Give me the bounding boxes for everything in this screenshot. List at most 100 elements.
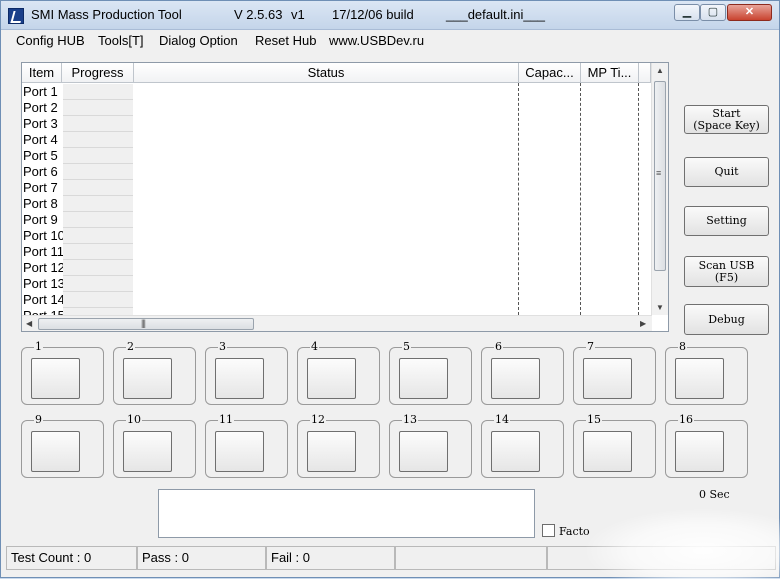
factory-checkbox[interactable]: Facto (542, 524, 590, 538)
port-button-5[interactable] (399, 358, 448, 399)
progress-cell (63, 244, 133, 260)
close-button[interactable]: ✕ (727, 4, 772, 21)
vertical-scroll-thumb[interactable]: ≡ (654, 81, 666, 271)
port-cell: Port 3 (23, 116, 58, 131)
grip-icon: ||| (141, 318, 146, 328)
debug-button[interactable]: Debug (684, 304, 769, 335)
maximize-button[interactable]: ▢ (700, 4, 726, 21)
table-row[interactable]: Port 3 (22, 116, 652, 132)
port-button-6[interactable] (491, 358, 540, 399)
column-header-mp-time[interactable]: MP Ti... (581, 63, 639, 83)
port-cell: Port 2 (23, 100, 58, 115)
table-row[interactable]: Port 4 (22, 132, 652, 148)
port-panel-15: 15 (573, 413, 656, 478)
table-row[interactable]: Port 1 (22, 84, 652, 100)
status-fail: Fail : 0 (266, 546, 395, 570)
port-button-8[interactable] (675, 358, 724, 399)
minimize-button[interactable]: ▁ (674, 4, 700, 21)
main-window: SMI Mass Production Tool V 2.5.63 v1 17/… (0, 0, 780, 579)
port-panel-1: 1 (21, 340, 104, 405)
table-row[interactable]: Port 13 (22, 276, 652, 292)
menu-dialog-option[interactable]: Dialog Option (159, 33, 238, 48)
port-cell: Port 13 (23, 276, 63, 291)
status-test-count: Test Count : 0 (6, 546, 137, 570)
table-row[interactable]: Port 9 (22, 212, 652, 228)
scan-usb-button-label: Scan USB (698, 258, 755, 272)
port-button-12[interactable] (307, 431, 356, 472)
port-button-15[interactable] (583, 431, 632, 472)
progress-cell (63, 148, 133, 164)
version-label: V 2.5.63 (234, 7, 283, 22)
progress-cell (63, 132, 133, 148)
table-row[interactable]: Port 2 (22, 100, 652, 116)
horizontal-scroll-thumb[interactable]: ||| (38, 318, 254, 330)
port-button-3[interactable] (215, 358, 264, 399)
port-cell: Port 9 (23, 212, 58, 227)
port-button-13[interactable] (399, 431, 448, 472)
port-number: 5 (402, 340, 411, 353)
port-number: 9 (34, 413, 43, 426)
column-header-item[interactable]: Item (22, 63, 62, 83)
table-row[interactable]: Port 12 (22, 260, 652, 276)
port-button-16[interactable] (675, 431, 724, 472)
scroll-left-icon[interactable]: ◀ (26, 319, 32, 328)
quit-button[interactable]: Quit (684, 157, 769, 187)
table-row[interactable]: Port 10 (22, 228, 652, 244)
port-list[interactable]: Item Progress Status Capac... MP Ti... P… (21, 62, 669, 332)
progress-cell (63, 196, 133, 212)
progress-cell (63, 276, 133, 292)
port-button-10[interactable] (123, 431, 172, 472)
table-row[interactable]: Port 14 (22, 292, 652, 308)
table-row[interactable]: Port 5 (22, 148, 652, 164)
port-button-7[interactable] (583, 358, 632, 399)
port-panel-14: 14 (481, 413, 564, 478)
port-panel-9: 9 (21, 413, 104, 478)
port-button-9[interactable] (31, 431, 80, 472)
start-button[interactable]: Start (Space Key) (684, 105, 769, 134)
port-button-2[interactable] (123, 358, 172, 399)
port-button-4[interactable] (307, 358, 356, 399)
menu-reset-hub[interactable]: Reset Hub (255, 33, 316, 48)
start-button-hint: (Space Key) (693, 118, 760, 132)
scroll-right-icon[interactable]: ▶ (640, 319, 646, 328)
table-row[interactable]: Port 6 (22, 164, 652, 180)
progress-cell (63, 164, 133, 180)
progress-cell (63, 228, 133, 244)
scroll-down-icon[interactable]: ▼ (656, 303, 664, 312)
menu-bar: Config HUB Tools[T] Dialog Option Reset … (1, 30, 779, 52)
menu-config-hub[interactable]: Config HUB (16, 33, 85, 48)
scroll-up-icon[interactable]: ▲ (656, 66, 664, 75)
app-title: SMI Mass Production Tool (31, 7, 182, 22)
port-cell: Port 12 (23, 260, 63, 275)
vertical-scrollbar[interactable]: ▲ ≡ ▼ (651, 63, 668, 315)
menu-tools[interactable]: Tools[T] (98, 33, 144, 48)
progress-cell (63, 292, 133, 308)
port-panel-10: 10 (113, 413, 196, 478)
horizontal-scrollbar[interactable]: ◀ ||| ▶ (22, 315, 652, 331)
port-button-1[interactable] (31, 358, 80, 399)
port-button-11[interactable] (215, 431, 264, 472)
message-box[interactable] (158, 489, 535, 538)
port-cell: Port 8 (23, 196, 58, 211)
port-cell: Port 1 (23, 84, 58, 99)
scan-usb-button[interactable]: Scan USB (F5) (684, 256, 769, 287)
port-cell: Port 7 (23, 180, 58, 195)
port-button-14[interactable] (491, 431, 540, 472)
table-row[interactable]: Port 7 (22, 180, 652, 196)
column-header-extra[interactable] (639, 63, 651, 83)
menu-usbdev-link[interactable]: www.USBDev.ru (329, 33, 424, 48)
debug-button-label: Debug (708, 312, 745, 326)
progress-cell (63, 84, 133, 100)
table-row[interactable]: Port 8 (22, 196, 652, 212)
checkbox-icon[interactable] (542, 524, 555, 537)
build-label: 17/12/06 build (332, 7, 414, 22)
column-header-progress[interactable]: Progress (62, 63, 134, 83)
port-number: 3 (218, 340, 227, 353)
port-number: 15 (586, 413, 602, 426)
port-panel-12: 12 (297, 413, 380, 478)
port-number: 8 (678, 340, 687, 353)
column-header-capacity[interactable]: Capac... (519, 63, 581, 83)
column-header-status[interactable]: Status (134, 63, 519, 83)
setting-button[interactable]: Setting (684, 206, 769, 236)
table-row[interactable]: Port 11 (22, 244, 652, 260)
